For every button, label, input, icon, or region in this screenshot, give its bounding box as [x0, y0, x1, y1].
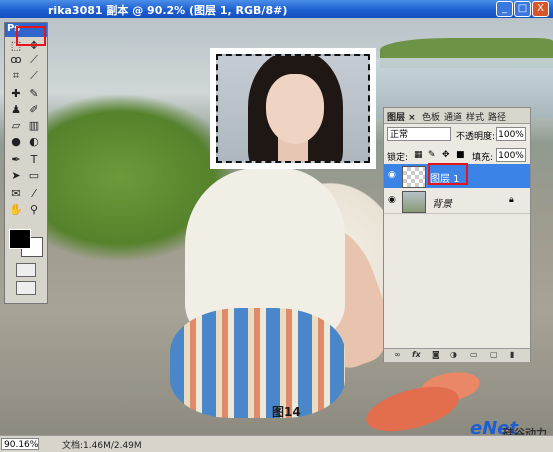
blend-mode-select[interactable]: 正常 [387, 127, 451, 141]
fill-input[interactable]: 100% [496, 148, 526, 162]
path-select-icon[interactable]: ➤ [9, 169, 23, 183]
document-title-bar[interactable]: rika3081 副本 @ 90.2% (图层 1, RGB/8#) _ □ X [0, 0, 553, 18]
tools-palette: Ps ⬚ ✥ ꝏ ⟋ ⌗ ⟋ ✚ ✎ ♟ ✐ ▱ ▥ ● ◐ ✒ T ➤ ▭ ✉… [4, 22, 48, 304]
eye-icon[interactable]: ◉ [388, 195, 396, 205]
quick-mask-button[interactable] [16, 263, 36, 277]
opacity-input[interactable]: 100% [496, 127, 526, 141]
figure-label: 图14 [272, 405, 301, 419]
new-layer-icon[interactable]: ▢ [490, 350, 498, 359]
portrait-face [266, 74, 324, 144]
photo-girl-skirt [170, 308, 345, 418]
crop-icon[interactable]: ⌗ [9, 69, 23, 83]
shape-icon[interactable]: ▭ [27, 169, 41, 183]
magic-wand-icon[interactable]: ⟋ [27, 53, 41, 67]
layer-row[interactable]: ◉ 背景 🔒︎ [384, 189, 530, 214]
lock-all-icon[interactable]: ■ [456, 150, 465, 160]
type-icon[interactable]: T [27, 153, 41, 167]
close-button[interactable]: X [532, 1, 549, 17]
adjustment-icon[interactable]: ◑ [450, 350, 457, 359]
layer-thumbnail [402, 191, 426, 213]
group-icon[interactable]: ▭ [470, 350, 478, 359]
healing-icon[interactable]: ✚ [9, 87, 23, 101]
layers-panel-footer: ∞ fx ◙ ◑ ▭ ▢ ▮ [384, 348, 530, 362]
lock-icon: 🔒︎ [509, 195, 514, 205]
tab-styles[interactable]: 样式 [466, 110, 484, 123]
hand-icon[interactable]: ✋ [9, 203, 23, 217]
layer-thumbnail [402, 166, 426, 188]
lock-move-icon[interactable]: ✥ [442, 150, 450, 160]
marching-ants-selection[interactable] [216, 54, 370, 163]
gradient-icon[interactable]: ▥ [27, 119, 41, 133]
stamp-icon[interactable]: ♟ [9, 103, 23, 117]
tab-layers[interactable]: 图层 × [387, 110, 416, 123]
link-icon[interactable]: ∞ [394, 350, 401, 359]
tool-highlight-box [16, 26, 46, 46]
tab-swatches[interactable]: 色板 [422, 110, 440, 123]
lock-label: 锁定: [387, 153, 409, 163]
lock-brush-icon[interactable]: ✎ [428, 150, 436, 160]
layer-name: 背景 [432, 199, 452, 210]
foreground-color-swatch[interactable] [9, 229, 31, 249]
lasso-icon[interactable]: ꝏ [9, 53, 23, 67]
zoom-icon[interactable]: ⚲ [27, 203, 41, 217]
tab-channels[interactable]: 通道 [444, 110, 462, 123]
document-title: rika3081 副本 @ 90.2% (图层 1, RGB/8#) [48, 4, 288, 17]
trash-icon[interactable]: ▮ [510, 350, 514, 359]
layers-panel-tabs: 图层 × 色板 通道 样式 路径 [384, 108, 530, 124]
minimize-button[interactable]: _ [496, 1, 513, 17]
eraser-icon[interactable]: ▱ [9, 119, 23, 133]
lock-transparency-icon[interactable]: ▦ [414, 150, 423, 160]
brush-icon[interactable]: ✎ [27, 87, 41, 101]
opacity-label: 不透明度: [456, 132, 496, 142]
layer-highlight-box [428, 163, 468, 185]
status-bar: 90.16% 文档:1.46M/2.49M [0, 435, 553, 452]
zoom-field[interactable]: 90.16% [1, 438, 39, 450]
eye-icon[interactable]: ◉ [388, 170, 396, 180]
dodge-icon[interactable]: ◐ [27, 135, 41, 149]
notes-icon[interactable]: ✉ [9, 187, 23, 201]
fx-icon[interactable]: fx [412, 350, 421, 359]
pen-icon[interactable]: ✒ [9, 153, 23, 167]
maximize-button[interactable]: □ [514, 1, 531, 17]
document-size-info[interactable]: 文档:1.46M/2.49M [62, 438, 142, 451]
layers-panel: 图层 × 色板 通道 样式 路径 正常 不透明度: 100% 锁定: ▦ ✎ ✥… [383, 107, 531, 362]
fill-label: 填充: [472, 153, 494, 163]
mask-icon[interactable]: ◙ [432, 350, 440, 359]
slice-icon[interactable]: ⟋ [27, 69, 41, 83]
blur-icon[interactable]: ● [9, 135, 23, 149]
tab-paths[interactable]: 路径 [488, 110, 506, 123]
eyedropper-icon[interactable]: ⁄ [27, 187, 41, 201]
screen-mode-button[interactable] [16, 281, 36, 295]
history-brush-icon[interactable]: ✐ [27, 103, 41, 117]
